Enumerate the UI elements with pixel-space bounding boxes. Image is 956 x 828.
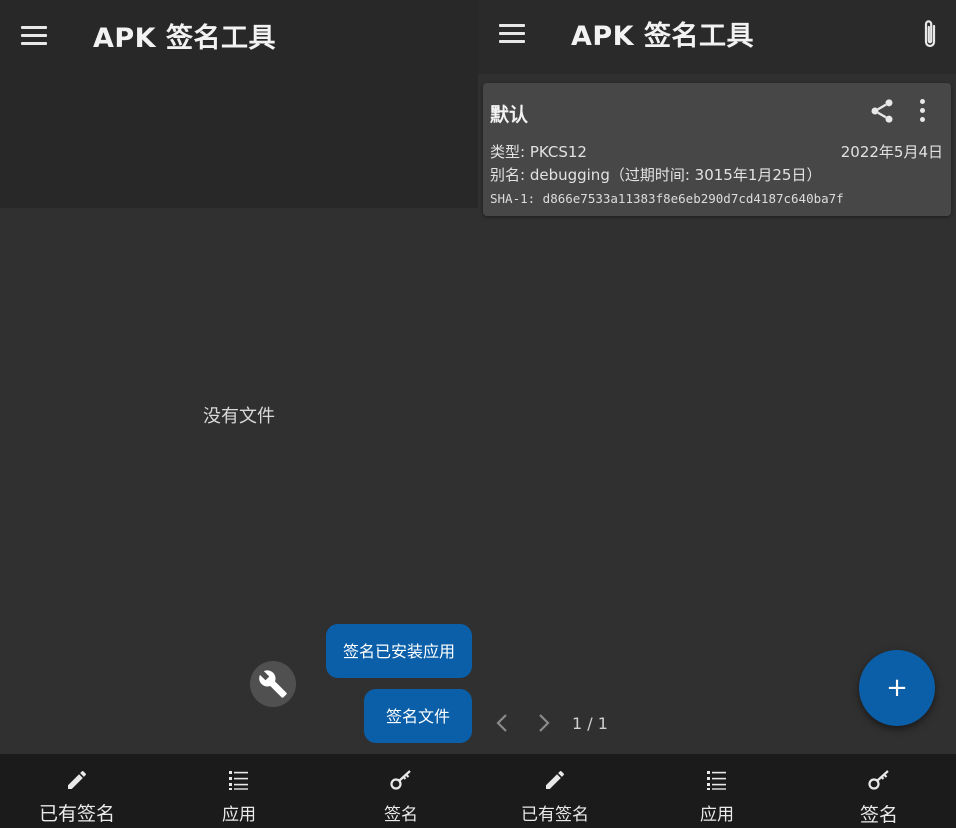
app-comparison: APK 签名工具 没有文件 签名已安装应用 签名文件 已有签名 应用 签名 AP… bbox=[0, 0, 956, 828]
app-bar: APK 签名工具 bbox=[0, 0, 478, 208]
bottom-nav: 已有签名 应用 签名 bbox=[478, 754, 956, 828]
app-bar: APK 签名工具 bbox=[478, 0, 956, 74]
nav-label: 已有签名 bbox=[38, 803, 115, 825]
nav-apps[interactable]: 应用 bbox=[179, 754, 299, 828]
nav-label: 已有签名 bbox=[521, 805, 589, 825]
menu-icon[interactable] bbox=[21, 26, 47, 46]
right-screen: APK 签名工具 默认 类型: PKCS12 2022年5月4日 别名: deb… bbox=[478, 0, 956, 828]
attachment-icon[interactable] bbox=[918, 18, 942, 52]
keystore-card[interactable]: 默认 类型: PKCS12 2022年5月4日 别名: debugging（过期… bbox=[483, 83, 951, 216]
nav-label: 签名 bbox=[859, 804, 898, 826]
add-keystore-fab[interactable]: + bbox=[859, 650, 935, 726]
nav-existing-signatures[interactable]: 已有签名 bbox=[17, 754, 137, 828]
list-icon bbox=[707, 771, 726, 790]
wrench-icon bbox=[259, 670, 287, 698]
nav-existing-signatures[interactable]: 已有签名 bbox=[495, 754, 615, 828]
menu-icon[interactable] bbox=[499, 24, 525, 44]
chevron-right-icon[interactable] bbox=[537, 713, 551, 733]
empty-message: 没有文件 bbox=[203, 406, 275, 427]
nav-apps[interactable]: 应用 bbox=[657, 754, 777, 828]
plus-icon: + bbox=[886, 673, 908, 703]
more-options-icon[interactable] bbox=[917, 99, 927, 125]
nav-sign[interactable]: 签名 bbox=[341, 754, 461, 828]
key-icon bbox=[390, 770, 411, 790]
keystore-title: 默认 bbox=[490, 104, 529, 126]
keystore-sha1: SHA-1: d866e7533a11383f8e6eb290d7cd4187c… bbox=[490, 191, 844, 206]
page-indicator: 1 / 1 bbox=[572, 714, 608, 733]
nav-label: 签名 bbox=[384, 805, 418, 825]
key-icon bbox=[868, 770, 889, 790]
nav-label: 应用 bbox=[700, 805, 734, 825]
pencil-icon bbox=[546, 770, 565, 789]
pager: 1 / 1 bbox=[478, 705, 678, 741]
app-title: APK 签名工具 bbox=[571, 21, 755, 52]
left-screen: APK 签名工具 没有文件 签名已安装应用 签名文件 已有签名 应用 签名 bbox=[0, 0, 478, 828]
bottom-nav: 已有签名 应用 签名 bbox=[0, 754, 478, 828]
sign-installed-app-button[interactable]: 签名已安装应用 bbox=[326, 624, 472, 678]
pencil-icon bbox=[68, 770, 87, 789]
share-icon[interactable] bbox=[868, 97, 896, 125]
keystore-date: 2022年5月4日 bbox=[840, 143, 943, 161]
nav-sign[interactable]: 签名 bbox=[819, 754, 939, 828]
keystore-alias: 别名: debugging（过期时间: 3015年1月25日） bbox=[490, 166, 822, 184]
chevron-left-icon[interactable] bbox=[495, 713, 509, 733]
tools-fab[interactable] bbox=[250, 661, 296, 707]
app-title: APK 签名工具 bbox=[93, 23, 277, 54]
list-icon bbox=[229, 771, 248, 790]
keystore-type: 类型: PKCS12 bbox=[490, 143, 587, 161]
nav-label: 应用 bbox=[222, 805, 256, 825]
sign-file-button[interactable]: 签名文件 bbox=[364, 689, 472, 743]
